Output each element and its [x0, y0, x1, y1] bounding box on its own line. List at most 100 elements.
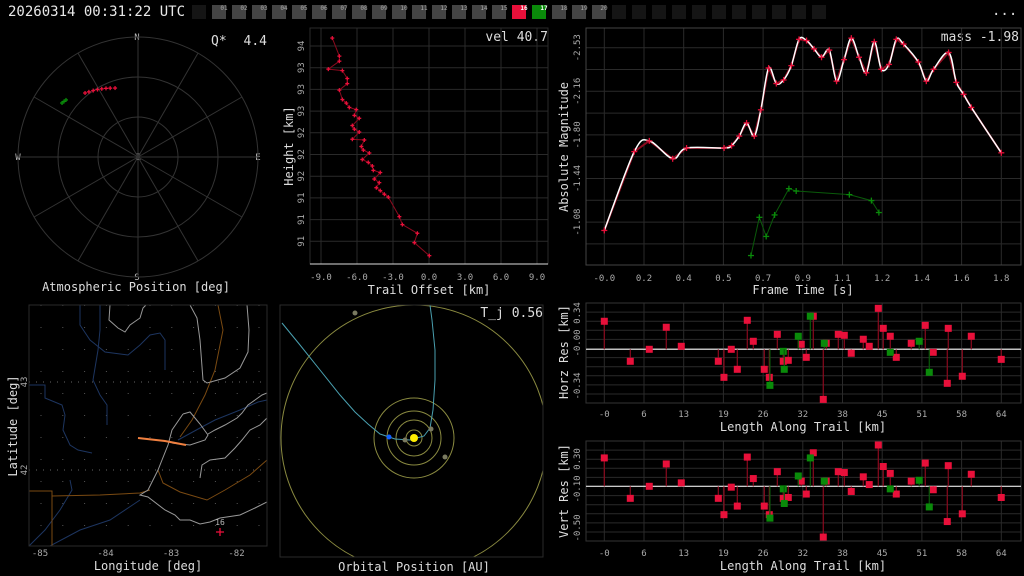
- azimuth-spoke: [77, 156, 139, 262]
- residual-point-16: [645, 482, 653, 490]
- residual-point-16: [733, 502, 741, 510]
- residual-point-16: [802, 490, 810, 498]
- residual-point-17: [915, 476, 923, 484]
- trail-point-16: [99, 86, 104, 91]
- x-tick-label: 64: [996, 410, 1007, 420]
- y-tick-label: 91: [297, 192, 307, 203]
- residual-point-17: [925, 368, 933, 376]
- q-star-label: Q*: [211, 34, 227, 49]
- x-tick-label: 32: [797, 549, 808, 559]
- residual-point-16: [886, 332, 894, 340]
- residual-point-16: [847, 349, 855, 357]
- trail-point-16: [103, 86, 108, 91]
- vertical-residual-plot[interactable]: Length Along Trail [km] Vert Res [km] -0…: [557, 440, 1022, 573]
- residual-point-16: [874, 441, 882, 449]
- x-tick-label: 26: [758, 410, 769, 420]
- map-x-tick-label: -82: [228, 549, 244, 559]
- earth-dot: [386, 434, 392, 440]
- residual-point-16: [944, 462, 952, 470]
- height-point: [359, 144, 364, 149]
- residual-point-17: [766, 514, 774, 522]
- magnitude-plot[interactable]: mass -1.98 Frame Time [s] Absolute Magni…: [557, 27, 1022, 297]
- x-tick-label: -0: [599, 410, 610, 420]
- y-tick-label: 91: [297, 236, 307, 247]
- q-star-value: 4.4: [244, 34, 268, 49]
- residual-point-16: [958, 372, 966, 380]
- y-tick-label: 92: [297, 171, 307, 182]
- trail-point-16: [95, 87, 100, 92]
- dashboard: Q* 4.4 N E S W Z Atmospheric Position [d…: [6, 27, 1022, 574]
- map-frame: [28, 304, 268, 547]
- x-tick-label: 19: [718, 549, 729, 559]
- atmospheric-title: Atmospheric Position [deg]: [42, 280, 230, 294]
- plot-frame: [585, 27, 1022, 266]
- y-tick-label: 93: [297, 106, 307, 117]
- y-tick-label: -1.44: [573, 165, 583, 192]
- x-tick-label: 13: [678, 549, 689, 559]
- x-tick-label: 1.6: [953, 274, 969, 284]
- magnitude-point-17: [771, 211, 778, 218]
- residual-point-17: [779, 347, 787, 355]
- residual-point-16: [765, 373, 773, 381]
- coastlines: [108, 305, 267, 525]
- ground-map[interactable]: -85 -84 -83 -824342 16 Longitude [deg] L…: [6, 304, 268, 573]
- magnitude-point-17: [846, 191, 853, 198]
- height-point: [337, 54, 342, 59]
- residual-point-16: [749, 475, 757, 483]
- residual-point-16: [714, 494, 722, 502]
- residual-point-16: [840, 469, 848, 477]
- residual-point-16: [892, 490, 900, 498]
- plot-frame: [585, 302, 1022, 404]
- residual-point-16: [743, 316, 751, 324]
- y-tick-label: -0.34: [573, 372, 583, 399]
- station-marker[interactable]: 16: [215, 518, 225, 536]
- residual-point-17: [780, 500, 788, 507]
- residual-point-16: [929, 348, 937, 356]
- residual-point-17: [820, 339, 828, 347]
- residual-point-17: [820, 477, 828, 485]
- residual-point-16: [760, 365, 768, 373]
- orbital-position-panel[interactable]: T_j 0.56 Orbital Position [AU]: [279, 304, 547, 574]
- residual-point-17: [780, 365, 788, 373]
- x-tick-label: 45: [877, 549, 888, 559]
- velocity-label: vel: [485, 30, 508, 45]
- height-ylabel: Height [km]: [282, 106, 296, 185]
- trail-point-16: [108, 86, 113, 91]
- magnitude-point-17: [868, 197, 875, 204]
- trail-point-16: [83, 90, 88, 95]
- residual-point-16: [907, 339, 915, 347]
- residual-point-16: [892, 353, 900, 361]
- magnitude-point-17: [763, 233, 770, 240]
- residual-point-17: [806, 312, 814, 320]
- magnitude-point-17: [756, 214, 763, 221]
- borders: [29, 305, 267, 546]
- residual-point-16: [720, 511, 728, 519]
- horizontal-residual-plot[interactable]: Length Along Trail [km] Horz Res [km] -0…: [557, 302, 1022, 434]
- residual-point-16: [600, 454, 608, 462]
- x-tick-label: 0.0: [421, 273, 437, 283]
- orbit-title: Orbital Position [AU]: [338, 560, 490, 574]
- height-plot[interactable]: vel 40.7 Trail Offset [km] Height [km] -…: [282, 27, 549, 297]
- magnitude-point-17: [747, 252, 754, 259]
- residual-point-16: [626, 357, 634, 365]
- planet-dot: [352, 310, 358, 316]
- x-tick-label: 45: [877, 410, 888, 420]
- x-tick-label: 1.1: [834, 274, 850, 284]
- map-x-tick-label: -85: [32, 549, 48, 559]
- residual-point-16: [834, 330, 842, 338]
- magnitude-xlabel: Frame Time [s]: [752, 283, 853, 297]
- x-tick-label: 0.2: [636, 274, 652, 284]
- residual-point-16: [773, 468, 781, 476]
- x-tick-label: 19: [718, 410, 729, 420]
- x-tick-label: -0: [599, 549, 610, 559]
- x-tick-label: 32: [797, 410, 808, 420]
- height-point: [362, 137, 367, 142]
- residual-point-16: [865, 481, 873, 489]
- mass-value: -1.98: [980, 30, 1019, 45]
- magnitude-point-16: [721, 145, 728, 152]
- x-tick-label: 0.7: [755, 274, 771, 284]
- orbit-frame: [279, 304, 544, 558]
- y-tick-label: 93: [297, 62, 307, 73]
- residual-point-16: [859, 335, 867, 343]
- residual-point-17: [915, 337, 923, 345]
